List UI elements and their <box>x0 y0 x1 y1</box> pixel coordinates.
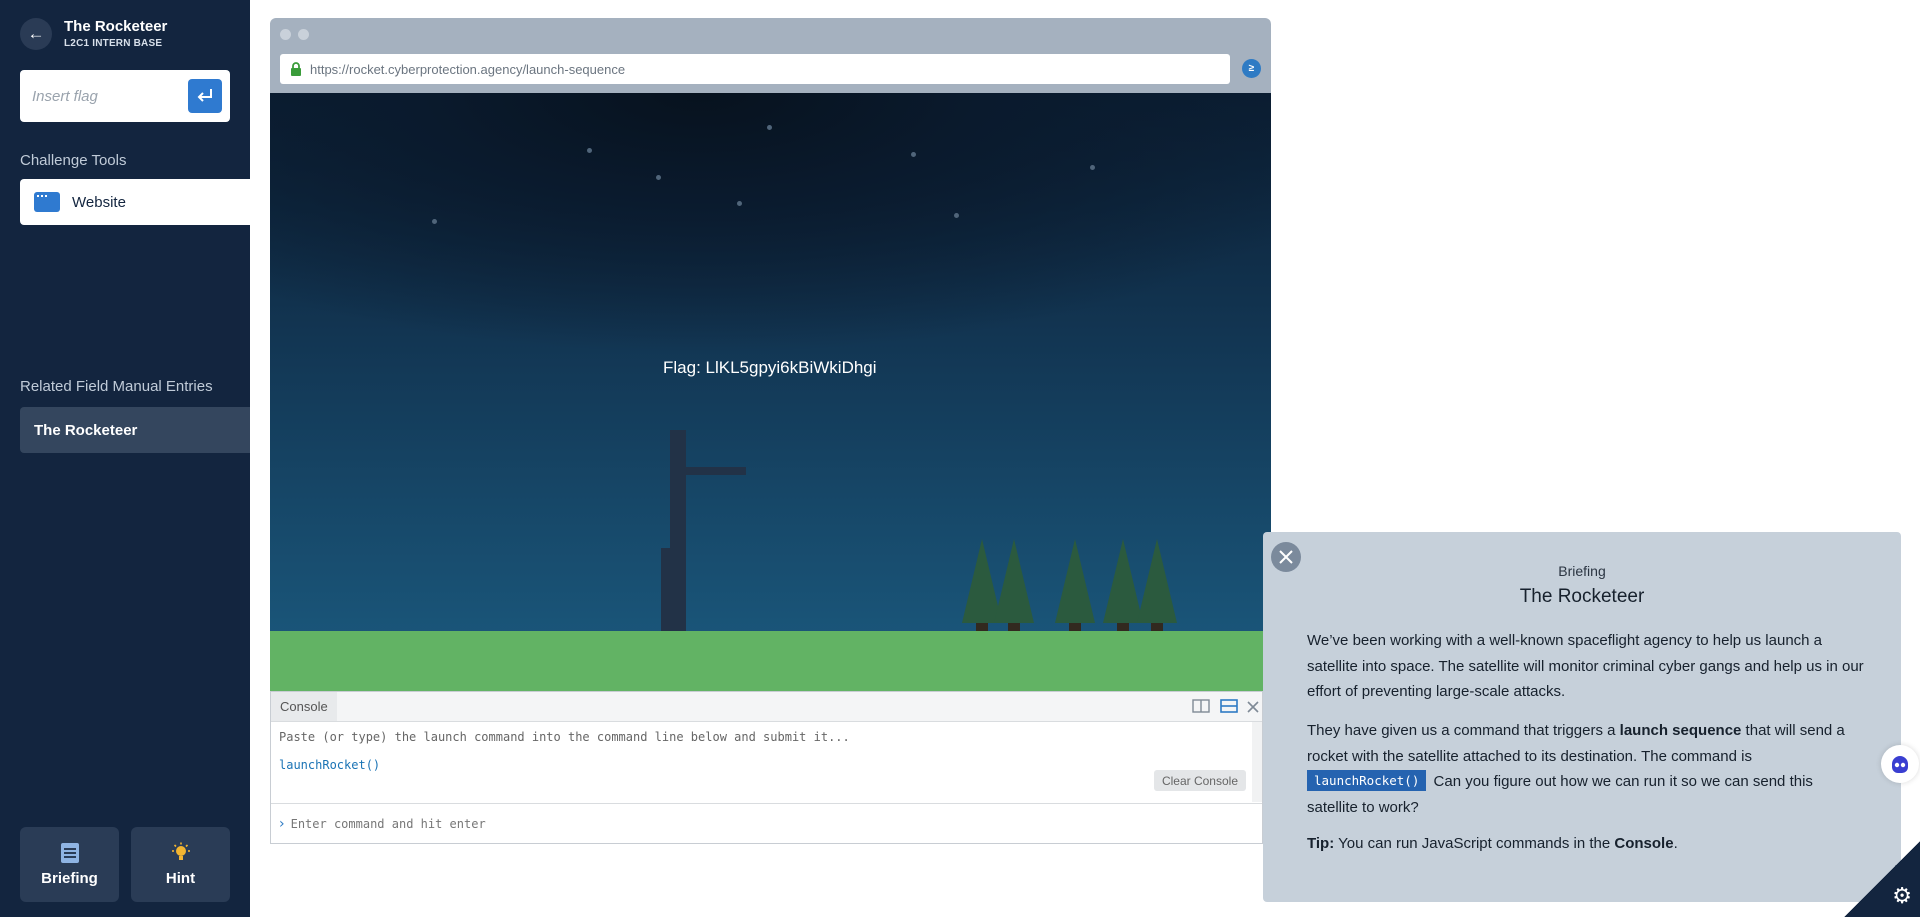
briefing-kicker: Briefing <box>1558 563 1606 579</box>
tab-console[interactable]: Console <box>271 692 337 721</box>
star <box>432 219 437 224</box>
close-icon <box>1279 550 1293 564</box>
console-output: Paste (or type) the launch command into … <box>271 722 1262 802</box>
flag-input[interactable] <box>32 84 172 108</box>
tree <box>994 539 1034 623</box>
enter-icon <box>197 89 212 102</box>
briefing-button-label: Briefing <box>41 870 98 887</box>
robot-face-icon <box>1892 756 1908 773</box>
briefing-paragraph: They have given us a command that trigge… <box>1307 718 1867 820</box>
browser-chrome: https://rocket.cyberprotection.agency/la… <box>270 18 1271 93</box>
grass-ground <box>270 631 1271 691</box>
dock-bottom-icon[interactable] <box>1220 699 1238 713</box>
lock-icon <box>291 62 301 76</box>
briefing-text: They have given us a command that trigge… <box>1307 722 1620 739</box>
launch-tower-leg <box>661 548 671 633</box>
website-viewport: Flag: LlKL5gpyi6kBiWkiDhgi <box>270 93 1271 691</box>
hint-button-label: Hint <box>165 870 196 887</box>
browser-window-icon <box>34 192 60 212</box>
console-log-line: Paste (or type) the launch command into … <box>279 730 850 744</box>
launch-tower-arm <box>686 467 746 475</box>
window-dot <box>298 29 309 40</box>
console-input-row: › <box>271 803 1262 843</box>
url-text: https://rocket.cyberprotection.agency/la… <box>310 61 626 77</box>
field-manual-entry[interactable]: The Rocketeer <box>20 407 250 453</box>
challenge-title: The Rocketeer <box>64 18 168 35</box>
back-button[interactable]: ← <box>20 18 52 50</box>
tool-website[interactable]: Website <box>20 179 250 225</box>
briefing-bold-text: launch sequence <box>1619 722 1742 739</box>
star <box>954 213 959 218</box>
console-header: Console <box>271 692 1262 722</box>
field-manual-heading: Related Field Manual Entries <box>20 378 213 395</box>
briefing-tip: Tip: You can run JavaScript commands in … <box>1307 831 1867 857</box>
briefing-panel: Briefing The Rocketeer We’ve been workin… <box>1263 532 1901 902</box>
star <box>737 201 742 206</box>
lightbulb-icon <box>171 842 190 860</box>
dock-side-icon[interactable] <box>1192 699 1210 713</box>
console-input[interactable] <box>290 816 1191 831</box>
arrow-left-icon: ← <box>27 24 45 43</box>
terminal-icon: ≥ <box>1248 63 1255 74</box>
command-code: launchRocket() <box>1307 770 1427 791</box>
star <box>656 175 661 180</box>
tip-text: You can run JavaScript commands in the <box>1334 835 1615 852</box>
document-icon <box>60 843 79 863</box>
tree <box>1055 539 1095 623</box>
challenge-subtitle: L2C1 INTERN BASE <box>64 38 163 49</box>
tip-bold-text: Console <box>1614 835 1674 852</box>
flag-display: Flag: LlKL5gpyi6kBiWkiDhgi <box>663 358 877 377</box>
tool-label: Website <box>72 193 126 211</box>
briefing-button[interactable]: Briefing <box>20 827 119 902</box>
flag-form <box>20 70 230 122</box>
chevron-right-icon: › <box>279 815 285 832</box>
website-browser: https://rocket.cyberprotection.agency/la… <box>270 18 1271 844</box>
settings-corner[interactable]: ⚙ <box>1844 841 1920 917</box>
gear-icon: ⚙ <box>1892 884 1912 909</box>
tip-label: Tip: <box>1307 835 1335 852</box>
star <box>1090 165 1095 170</box>
submit-flag-button[interactable] <box>188 79 222 113</box>
tree <box>1137 539 1177 623</box>
window-dot <box>280 29 291 40</box>
hint-button[interactable]: Hint <box>131 827 230 902</box>
console-toggle-button[interactable]: ≥ <box>1242 59 1261 78</box>
briefing-paragraph: We’ve been working with a well-known spa… <box>1307 632 1864 700</box>
console-command-line: launchRocket() <box>279 758 381 772</box>
dev-console: Console Paste (or type) the launch comma… <box>270 691 1263 844</box>
tip-end: . <box>1673 835 1678 852</box>
launch-tower <box>670 430 686 633</box>
star <box>911 152 916 157</box>
console-scrollbar[interactable] <box>1252 722 1262 802</box>
star <box>767 125 772 130</box>
star <box>587 148 592 153</box>
clear-console-button[interactable]: Clear Console <box>1153 770 1246 791</box>
sidebar: ← The Rocketeer L2C1 INTERN BASE Challen… <box>0 0 250 917</box>
briefing-title: The Rocketeer <box>1519 586 1645 607</box>
assistant-button[interactable] <box>1881 745 1919 783</box>
address-bar[interactable]: https://rocket.cyberprotection.agency/la… <box>280 54 1230 84</box>
challenge-tools-heading: Challenge Tools <box>20 152 127 169</box>
close-console-icon[interactable] <box>1247 701 1259 713</box>
